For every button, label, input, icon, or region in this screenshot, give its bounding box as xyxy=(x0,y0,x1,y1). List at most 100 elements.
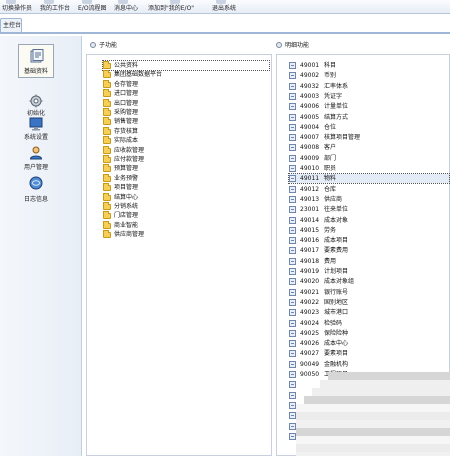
folder-item[interactable]: 应付款管理 xyxy=(103,155,269,164)
folder-item[interactable]: 结算中心 xyxy=(103,192,269,202)
toolbar-switch-operator-button[interactable]: 切换操作员 xyxy=(2,4,32,13)
sidebar-item-user-management[interactable]: 用户管理 xyxy=(0,144,82,174)
document-icon xyxy=(289,113,296,121)
document-icon xyxy=(289,134,296,142)
folder-item[interactable]: 公共资料 xyxy=(102,60,270,71)
folder-item[interactable]: 商业智能 xyxy=(103,220,269,230)
detail-item[interactable]: 49008 客户 xyxy=(289,143,449,152)
document-icon xyxy=(289,371,296,378)
sidebar-item-log-info[interactable]: 日志信息 xyxy=(0,174,82,208)
watermark-pixel xyxy=(296,452,304,456)
watermark-pixel xyxy=(392,420,400,428)
detail-item[interactable]: 49007 核算项目管理 xyxy=(289,133,449,142)
watermark-pixel xyxy=(336,420,344,428)
detail-item[interactable]: 49025 保险险种 xyxy=(289,329,449,338)
watermark-pixel xyxy=(352,420,360,428)
detail-item[interactable]: 49021 银行账号 xyxy=(289,288,449,297)
detail-item[interactable]: 49012 仓库 xyxy=(289,185,449,194)
folder-item[interactable]: 仓存管理 xyxy=(103,79,269,89)
document-icon xyxy=(289,175,296,183)
folder-icon xyxy=(103,230,111,239)
detail-item[interactable]: 23001 往来单位 xyxy=(289,205,449,214)
folder-item[interactable]: 出口管理 xyxy=(103,98,269,108)
toolbar-flowchart-button[interactable]: E/O流程图 xyxy=(78,4,107,13)
watermark-pixel xyxy=(368,436,376,444)
detail-item[interactable]: 49026 成本中心 xyxy=(289,339,449,348)
folder-icon xyxy=(103,211,111,220)
detail-item[interactable]: 49004 仓位 xyxy=(289,123,449,132)
folder-label: 采购管理 xyxy=(114,109,139,116)
watermark-pixel xyxy=(432,436,440,444)
detail-item[interactable]: 49003 凭证字 xyxy=(289,92,449,101)
watermark-pixel xyxy=(392,436,400,444)
watermark-pixel xyxy=(376,396,384,404)
folder-item[interactable]: 实际成本 xyxy=(103,136,269,145)
toolbar-add-to-my-eo-button[interactable]: 添加到"我的E/O" xyxy=(148,4,194,13)
watermark-pixel xyxy=(368,412,376,420)
item-code: 49017 xyxy=(300,247,320,255)
detail-item[interactable]: 49017 要素费用 xyxy=(289,246,449,255)
document-icon xyxy=(289,432,296,440)
item-name: 保险险种 xyxy=(324,329,349,337)
folder-item[interactable]: 项目管理 xyxy=(103,183,269,192)
folder-icon xyxy=(103,173,111,182)
toolbar-workbench-button[interactable]: 我的工作台 xyxy=(40,4,70,13)
detail-item[interactable]: 49023 城市港口 xyxy=(289,308,449,317)
watermark-pixel xyxy=(344,372,352,380)
detail-item[interactable]: 49009 部门 xyxy=(289,154,449,163)
detail-item[interactable]: 49014 成本对象 xyxy=(289,216,449,225)
detail-item[interactable]: 49015 劳务 xyxy=(289,226,449,235)
watermark-pixel xyxy=(344,396,352,404)
detail-item[interactable]: 49020 成本对象组 xyxy=(289,277,449,286)
folder-item[interactable]: 销售管理 xyxy=(103,117,269,126)
watermark-pixel xyxy=(368,452,376,456)
sub-function-header: 子功能 xyxy=(90,40,117,52)
watermark-pixel xyxy=(360,380,368,388)
detail-item[interactable]: 49002 币别 xyxy=(289,71,449,80)
sidebar-item-basic-data[interactable]: 基础资料 xyxy=(0,44,82,80)
detail-item[interactable]: 49019 计划项目 xyxy=(289,267,449,276)
watermark-pixel xyxy=(416,388,424,396)
watermark-pixel xyxy=(440,396,448,404)
folder-item[interactable]: 应收款管理 xyxy=(103,145,269,155)
detail-item[interactable]: 49010 职员 xyxy=(289,164,449,173)
item-name: 金融机构 xyxy=(324,360,349,368)
item-name: 凭证字 xyxy=(324,92,343,100)
item-code: 49026 xyxy=(300,340,320,348)
detail-item[interactable]: 49006 计量单位 xyxy=(289,102,449,111)
detail-item[interactable]: 49027 要素项目 xyxy=(289,349,449,358)
detail-item[interactable]: 49011 物料 xyxy=(288,173,450,185)
detail-item[interactable]: 49013 供应商 xyxy=(289,195,449,204)
folder-item[interactable]: 供应商管理 xyxy=(103,230,269,239)
detail-item[interactable]: 49024 检验码 xyxy=(289,319,449,328)
folder-item[interactable]: 预算管理 xyxy=(103,164,269,173)
sidebar-item-system-settings[interactable]: 系统设置 xyxy=(0,110,82,144)
detail-item[interactable]: 49016 成本项目 xyxy=(289,236,449,245)
folder-item[interactable]: 采购管理 xyxy=(103,108,269,117)
folder-item[interactable]: 门店管理 xyxy=(103,211,269,220)
folder-label: 销售管理 xyxy=(114,118,139,126)
detail-item[interactable]: 90049 金融机构 xyxy=(289,360,449,369)
folder-item[interactable]: 分销系统 xyxy=(103,202,269,211)
detail-item[interactable]: 49022 国别地区 xyxy=(289,298,449,307)
toolbar-message-center-button[interactable]: 消息中心 xyxy=(114,4,138,13)
folder-item[interactable]: 集团基础数据平台 xyxy=(103,70,269,79)
detail-item[interactable]: 49032 汇率体系 xyxy=(289,82,449,91)
folder-item[interactable]: 进口管理 xyxy=(103,89,269,98)
watermark-pixel xyxy=(392,396,400,404)
document-icon xyxy=(289,82,296,90)
watermark-pixel xyxy=(440,444,448,452)
detail-item[interactable]: 49018 费用 xyxy=(289,257,449,266)
detail-item[interactable]: 49001 科目 xyxy=(289,61,449,70)
item-name: 成本中心 xyxy=(324,340,349,348)
tab-main-console[interactable]: 主控台 xyxy=(0,18,22,32)
folder-item[interactable]: 存货核算 xyxy=(103,126,269,136)
sub-function-list[interactable]: 公共资料 集团基础数据平台 仓存管理 进口管理 出口管理 采购管理销售管理 存货核算 实际成本… xyxy=(86,54,272,456)
folder-item[interactable]: 业务预警 xyxy=(103,173,269,183)
toolbar-exit-button[interactable]: 退出系统 xyxy=(212,4,236,13)
detail-item[interactable]: 49005 结算方式 xyxy=(289,113,449,122)
watermark-pixel xyxy=(392,380,400,388)
item-name: 汇率体系 xyxy=(324,82,349,90)
detail-function-title: 明细功能 xyxy=(285,42,310,49)
watermark-pixel xyxy=(432,444,440,452)
